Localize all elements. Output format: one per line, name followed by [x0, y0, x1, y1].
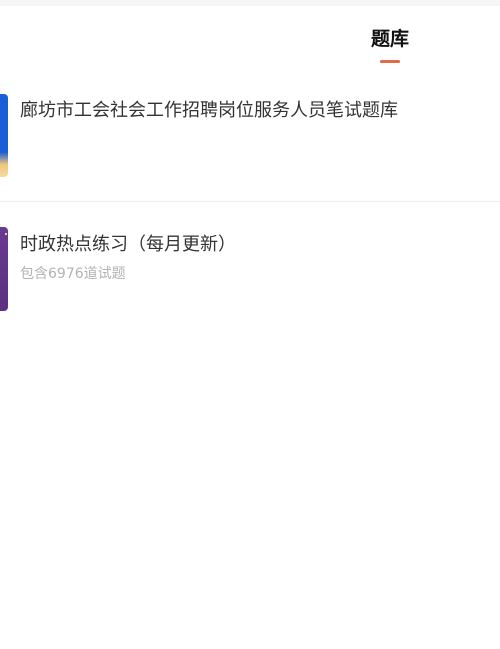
tab-bar: 题库: [0, 6, 500, 68]
question-bank-thumbnail: [0, 227, 8, 311]
question-bank-item[interactable]: 廊坊市工会社会工作招聘岗位服务人员笔试题库: [0, 68, 500, 202]
tab-question-bank[interactable]: 题库: [360, 24, 420, 51]
question-bank-title: 廊坊市工会社会工作招聘岗位服务人员笔试题库: [20, 100, 398, 121]
question-count: 包含6976道试题: [20, 266, 126, 282]
active-tab-indicator: [380, 60, 400, 63]
question-bank-thumbnail: [0, 94, 8, 177]
question-bank-title: 时政热点练习（每月更新）: [20, 234, 236, 255]
question-bank-item[interactable]: 时政热点练习（每月更新） 包含6976道试题: [0, 202, 500, 332]
